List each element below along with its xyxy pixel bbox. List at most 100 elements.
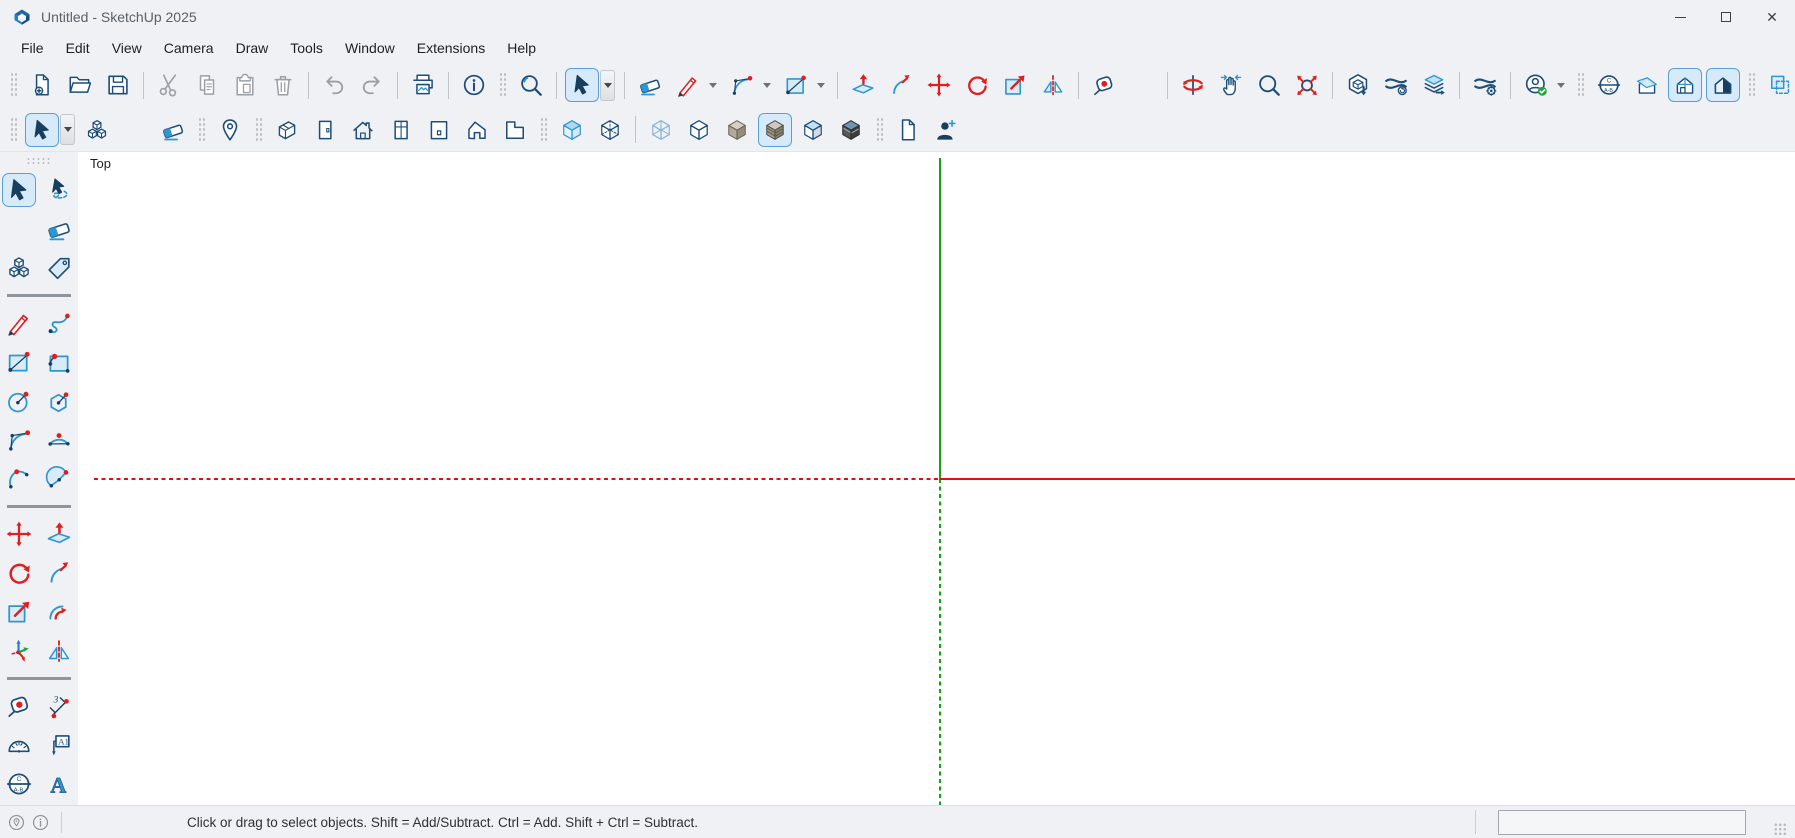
3d-warehouse[interactable] [1341,68,1375,102]
new-page[interactable] [891,113,925,147]
model-credits-info-icon[interactable] [31,813,50,832]
components-large[interactable] [2,251,36,285]
follow-me-tool[interactable] [884,68,918,102]
styles-toolbar-grip[interactable] [540,117,547,143]
component-cabinet[interactable] [422,113,456,147]
paint-bucket-tool-2[interactable] [118,113,152,147]
face-style-dark[interactable] [834,113,868,147]
menu-view[interactable]: View [101,34,153,62]
3d-text-tool[interactable]: A [42,767,76,801]
extension-manager[interactable] [1468,68,1502,102]
measurements-input[interactable] [1498,810,1746,835]
section-toolbar-grip[interactable] [1577,72,1584,98]
menu-window[interactable]: Window [334,34,406,62]
select-tool[interactable] [565,68,599,102]
large-tool-set-grip[interactable] [26,157,52,164]
tag-tool[interactable] [42,251,76,285]
pages-toolbar-grip[interactable] [876,117,883,143]
move-tool[interactable] [922,68,956,102]
arc-tool-dropdown-caret-icon[interactable] [763,83,771,88]
polygon-tool[interactable] [42,384,76,418]
rectangle-tool-dropdown-caret-icon[interactable] [817,83,825,88]
copy[interactable] [190,68,224,102]
select-tool-dropdown[interactable] [600,70,615,101]
eraser-tool-2[interactable] [156,113,190,147]
menu-help[interactable]: Help [496,34,547,62]
eraser-tool[interactable] [633,68,667,102]
section-plane-tool-large[interactable]: CA-B [2,767,36,801]
section-plane-tool[interactable]: CA-B [1592,68,1626,102]
display-section-cuts[interactable] [1668,68,1702,102]
three-point-arc-tool[interactable] [2,462,36,496]
rotated-rectangle-tool[interactable] [42,345,76,379]
close-button[interactable]: ✕ [1749,0,1795,34]
rectangle-tool-large[interactable] [2,345,36,379]
move-tool-large[interactable] [2,517,36,551]
display-section-fill[interactable] [1706,68,1740,102]
principal-toolbar-grip[interactable] [10,117,17,143]
print[interactable] [406,68,440,102]
display-section-planes[interactable] [1630,68,1664,102]
scale-tool[interactable] [998,68,1032,102]
redo[interactable] [355,68,389,102]
component-window[interactable] [384,113,418,147]
two-point-arc-tool[interactable] [42,423,76,457]
face-style-shaded-textures[interactable] [758,113,792,147]
follow-me-tool-large[interactable] [42,556,76,590]
line-tool-large[interactable] [2,306,36,340]
location-toolbar-grip[interactable] [198,117,205,143]
scale-tool-large[interactable] [2,595,36,629]
zoom-tool[interactable] [1252,68,1286,102]
face-style-monochrome[interactable] [796,113,830,147]
select-tool-2[interactable] [25,113,59,147]
standard-toolbar-grip[interactable] [10,72,17,98]
face-style-xray[interactable] [555,113,589,147]
push-pull-tool[interactable] [846,68,880,102]
axes-tool[interactable] [2,634,36,668]
face-style-back-edges[interactable] [593,113,627,147]
arc-tool[interactable] [725,68,759,102]
line-tool[interactable] [671,68,705,102]
tape-measure-tool-large[interactable] [2,689,36,723]
protractor-tool[interactable] [2,728,36,762]
dimensions-tool[interactable]: 3 [42,689,76,723]
select-tool-large[interactable] [2,173,36,207]
edit-toolbar-grip[interactable] [1748,72,1755,98]
lasso-tool[interactable] [42,173,76,207]
add-person[interactable] [929,113,963,147]
eraser-tool-large[interactable] [42,212,76,246]
select-tool-2-dropdown[interactable] [60,114,75,145]
component-roof[interactable] [460,113,494,147]
menu-edit[interactable]: Edit [55,34,101,62]
components[interactable] [80,113,114,147]
account-dropdown-caret-icon[interactable] [1557,83,1565,88]
account[interactable] [1519,68,1553,102]
maximize-button[interactable] [1703,0,1749,34]
new-file[interactable] [25,68,59,102]
menu-draw[interactable]: Draw [225,34,280,62]
pie-tool[interactable] [42,462,76,496]
component-shed[interactable] [270,113,304,147]
orbit-tool[interactable] [1176,68,1210,102]
paint-bucket-tool[interactable] [1125,68,1159,102]
geolocation-help-icon[interactable] [7,813,26,832]
component-door[interactable] [308,113,342,147]
tools-toolbar-grip[interactable] [499,72,506,98]
face-style-wireframe[interactable] [644,113,678,147]
resize-grip[interactable] [1774,823,1787,836]
delete[interactable] [266,68,300,102]
tape-measure-tool[interactable] [1087,68,1121,102]
rotate-tool[interactable] [960,68,994,102]
menu-tools[interactable]: Tools [279,34,334,62]
undo[interactable] [317,68,351,102]
component-wall[interactable] [498,113,532,147]
flip-tool[interactable] [1036,68,1070,102]
menu-camera[interactable]: Camera [153,34,225,62]
paint-bucket-tool-large[interactable] [2,212,36,246]
offset-tool[interactable] [42,595,76,629]
zoom-extents[interactable] [1290,68,1324,102]
line-tool-dropdown-caret-icon[interactable] [709,83,717,88]
flip-tool-large[interactable] [42,634,76,668]
component-house[interactable] [346,113,380,147]
push-pull-tool-large[interactable] [42,517,76,551]
